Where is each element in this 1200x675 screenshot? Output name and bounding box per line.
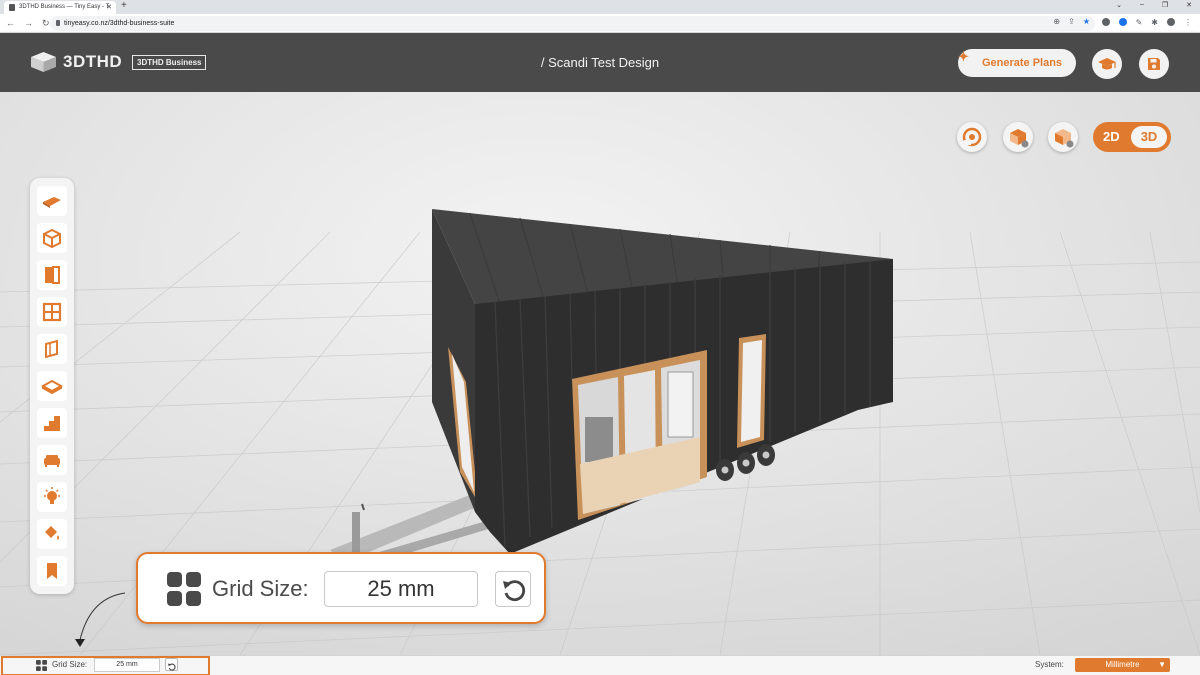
back-icon[interactable]: ← [6,18,15,29]
orbit-icon [962,127,982,147]
callout-arrow [75,592,126,647]
tab-title: 3DTHD Business — Tiny Easy - T [19,4,110,10]
star-icon[interactable]: ★ [1083,17,1090,26]
browser-tab[interactable]: 3DTHD Business — Tiny Easy - T ✕ [4,1,116,14]
puzzle-icon[interactable]: ✱ [1151,18,1158,27]
close-window-icon[interactable]: ✕ [1186,1,1192,9]
share-icon[interactable]: ⇪ [1068,17,1075,26]
grid-size-label: Grid Size: [52,660,88,669]
camera-orbit-button[interactable] [957,122,987,152]
generate-plans-button[interactable]: ✦ Generate Plans [958,49,1076,77]
chevron-down-icon[interactable]: ⌄ [1116,1,1122,9]
unit-system-value: Millimetre [1105,660,1140,669]
toolbar-roof[interactable] [37,186,67,216]
top-view-button[interactable] [1003,122,1033,152]
profile-icon[interactable] [1167,18,1175,26]
tutorials-button[interactable] [1092,49,1122,79]
stairs-icon [44,416,60,431]
browser-toolbar: ← → ↻ tinyeasy.co.nz/3dthd-business-suit… [0,14,1200,33]
zoom-icon[interactable]: ⊕ [1053,17,1060,26]
side-view-button[interactable] [1048,122,1078,152]
generate-plans-label: Generate Plans [981,57,1063,69]
lightbulb-icon [44,487,60,504]
lock-icon [56,20,60,26]
sparkle-icon: ✦ [958,49,969,64]
toolbar-lighting[interactable] [37,482,67,512]
grid-icon [167,572,201,606]
grid-size-input[interactable]: 25 mm [94,658,160,672]
cube-top-view-icon [1010,129,1029,148]
door-icon [45,266,60,284]
nav-buttons: ← → ↻ [6,18,50,29]
minimize-icon[interactable]: – [1140,1,1144,9]
app-header: 3DTHD 3DTHD Business / Scandi Test Desig… [0,33,1200,92]
view-mode-toggle[interactable]: 2D 3D [1093,122,1171,152]
restore-icon[interactable]: ❐ [1162,1,1168,9]
reset-icon [168,663,176,671]
extension-icon[interactable] [1118,18,1127,26]
save-icon [1148,58,1160,70]
toolbar-structure[interactable] [37,223,67,253]
grid-size-reset-button[interactable] [165,658,178,671]
reload-icon[interactable]: ↻ [42,18,50,29]
toolbar-windows[interactable] [37,297,67,327]
toolbar-furniture[interactable] [37,445,67,475]
browser-tab-strip: 3DTHD Business — Tiny Easy - T ✕ + ⌄ – ❐… [0,0,1200,14]
toolbar-paint[interactable] [37,519,67,549]
left-toolbar [30,178,74,594]
window-icon [42,302,62,322]
reset-icon [503,580,526,602]
cube-side-view-icon [1055,129,1074,148]
toolbar-saved[interactable] [37,556,67,586]
status-bar: Grid Size: 25 mm System: Millimetre ▼ [0,655,1200,675]
cube-icon [43,228,61,249]
graduation-cap-icon [1098,58,1116,70]
toolbar-stairs[interactable] [37,408,67,438]
grid-size-input[interactable]: 25 mm [324,571,478,607]
bookmark-icon [47,563,57,579]
wall-panel-icon [45,339,58,359]
camera-extension-icon[interactable] [1101,18,1110,26]
toolbar-floors[interactable] [37,371,67,401]
url-text: tinyeasy.co.nz/3dthd-business-suite [64,20,175,27]
save-button[interactable] [1139,49,1169,79]
tab-close-icon[interactable]: ✕ [106,3,112,11]
sofa-icon [44,455,60,467]
grid-size-label: Grid Size: [212,576,309,601]
floor-icon [41,379,63,395]
address-bar-icons: ⊕ ⇪ ★ [1053,17,1090,26]
eyedropper-icon[interactable]: ✎ [1136,18,1143,27]
system-label: System: [1035,660,1064,669]
extension-icons: ✎ ✱ ⋮ [1101,18,1192,27]
caret-down-icon: ▼ [1158,660,1166,669]
grid-size-callout: Grid Size: 25 mm [136,552,546,624]
toolbar-doors[interactable] [37,260,67,290]
grid-icon [36,660,47,671]
address-bar[interactable]: tinyeasy.co.nz/3dthd-business-suite [50,16,1095,31]
more-icon[interactable]: ⋮ [1184,18,1192,27]
grid-size-reset-button[interactable] [495,571,531,607]
roof-icon [43,197,61,208]
toolbar-wall-panels[interactable] [37,334,67,364]
new-tab-icon[interactable]: + [121,0,127,11]
view-2d-option[interactable]: 2D [1103,129,1120,144]
view-3d-option[interactable]: 3D [1131,126,1167,148]
window-controls: ⌄ – ❐ ✕ [1116,1,1192,9]
forward-icon[interactable]: → [24,18,33,29]
unit-system-select[interactable]: Millimetre ▼ [1075,658,1170,672]
tab-favicon-icon [9,4,15,11]
paint-bucket-icon [45,526,59,540]
